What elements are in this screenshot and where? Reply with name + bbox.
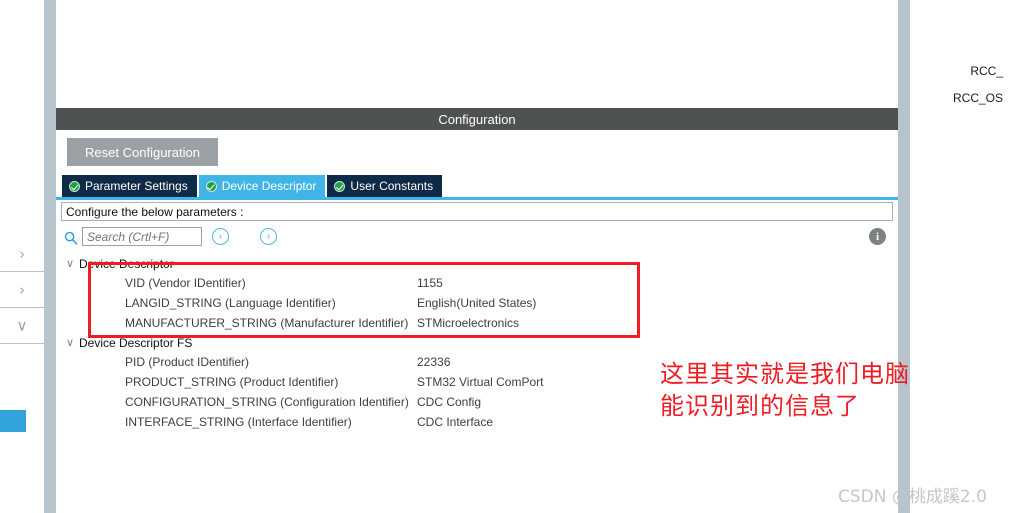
tab-user-constants[interactable]: User Constants bbox=[327, 175, 443, 197]
right-panel-divider bbox=[898, 0, 910, 513]
chevron-down-icon: ∨ bbox=[16, 317, 28, 334]
tab-device-descriptor[interactable]: Device Descriptor bbox=[198, 175, 326, 197]
tab-parameter-settings[interactable]: Parameter Settings bbox=[62, 175, 197, 197]
tab-label: Device Descriptor bbox=[221, 179, 317, 193]
search-toolbar: ‹ › i bbox=[61, 226, 893, 252]
chevron-right-icon: › bbox=[19, 281, 25, 298]
table-row[interactable]: LANGID_STRING (Language Identifier) Engl… bbox=[61, 293, 893, 313]
group-label: Device Descriptor bbox=[79, 256, 174, 271]
signal-label-rcc-1: RCC_ bbox=[970, 64, 1003, 78]
search-input[interactable] bbox=[82, 227, 202, 246]
chevron-down-icon: ∨ bbox=[65, 337, 75, 349]
group-device-descriptor-fs[interactable]: ∨ Device Descriptor FS bbox=[61, 333, 893, 352]
parameter-value: 1155 bbox=[417, 276, 443, 290]
configuration-title-bar: Configuration bbox=[56, 108, 898, 130]
configuration-title: Configuration bbox=[438, 111, 516, 127]
parameter-value: STM32 Virtual ComPort bbox=[417, 375, 544, 389]
parameter-name: INTERFACE_STRING (Interface Identifier) bbox=[125, 415, 352, 429]
tab-label: User Constants bbox=[350, 179, 434, 193]
parameter-value: STMicroelectronics bbox=[417, 316, 520, 330]
parameter-value: CDC Config bbox=[417, 395, 482, 409]
parameter-name: PRODUCT_STRING (Product Identifier) bbox=[125, 375, 339, 389]
parameter-name: PID (Product IDentifier) bbox=[125, 355, 250, 369]
parameter-name: LANGID_STRING (Language Identifier) bbox=[125, 296, 336, 310]
tab-label: Parameter Settings bbox=[85, 179, 188, 193]
parameter-value: CDC Interface bbox=[417, 415, 494, 429]
parameter-value: 22336 bbox=[417, 355, 451, 369]
chevron-right-icon: › bbox=[19, 245, 25, 262]
table-row[interactable]: MANUFACTURER_STRING (Manufacturer Identi… bbox=[61, 313, 893, 333]
check-circle-icon bbox=[334, 180, 346, 192]
parameter-name: VID (Vendor IDentifier) bbox=[125, 276, 246, 290]
reset-configuration-button[interactable]: Reset Configuration bbox=[67, 138, 218, 166]
parameter-name: MANUFACTURER_STRING (Manufacturer Identi… bbox=[125, 316, 409, 330]
rail-item-1[interactable]: › bbox=[0, 272, 44, 308]
configure-hint: Configure the below parameters : bbox=[61, 202, 893, 221]
rail-item-0[interactable]: › bbox=[0, 236, 44, 272]
search-prev-button[interactable]: ‹ bbox=[212, 228, 229, 245]
app-screenshot: › › ∨ RCC_ RCC_OS Configuration Reset Co… bbox=[0, 0, 1009, 513]
check-circle-icon bbox=[69, 180, 80, 192]
rail-selection-marker[interactable] bbox=[0, 410, 26, 432]
check-circle-icon bbox=[205, 180, 217, 192]
pinout-canvas-area bbox=[56, 0, 898, 108]
annotation-text: 这里其实就是我们电脑 能识别到的信息了 bbox=[660, 360, 910, 420]
left-panel-divider bbox=[44, 0, 56, 513]
configuration-panel: Reset Configuration Parameter Settings D… bbox=[56, 130, 898, 513]
left-rail: › › ∨ bbox=[0, 0, 44, 513]
info-icon[interactable]: i bbox=[869, 228, 886, 245]
group-label: Device Descriptor FS bbox=[79, 335, 193, 350]
group-device-descriptor[interactable]: ∨ Device Descriptor bbox=[61, 254, 893, 273]
configure-hint-text: Configure the below parameters : bbox=[66, 204, 244, 219]
search-icon bbox=[64, 231, 78, 245]
table-row[interactable]: VID (Vendor IDentifier) 1155 bbox=[61, 273, 893, 293]
configuration-tabs: Parameter Settings Device Descriptor Use… bbox=[62, 175, 444, 197]
parameter-value: English(United States) bbox=[417, 296, 537, 310]
chevron-down-icon: ∨ bbox=[65, 258, 75, 270]
watermark: CSDN @桃成蹊2.0 bbox=[838, 487, 987, 507]
parameter-name: CONFIGURATION_STRING (Configuration Iden… bbox=[125, 395, 409, 409]
rail-item-2[interactable]: ∨ bbox=[0, 308, 44, 344]
tabs-underline bbox=[56, 197, 898, 200]
signal-label-rcc-2: RCC_OS bbox=[952, 91, 1003, 105]
search-next-button[interactable]: › bbox=[260, 228, 277, 245]
